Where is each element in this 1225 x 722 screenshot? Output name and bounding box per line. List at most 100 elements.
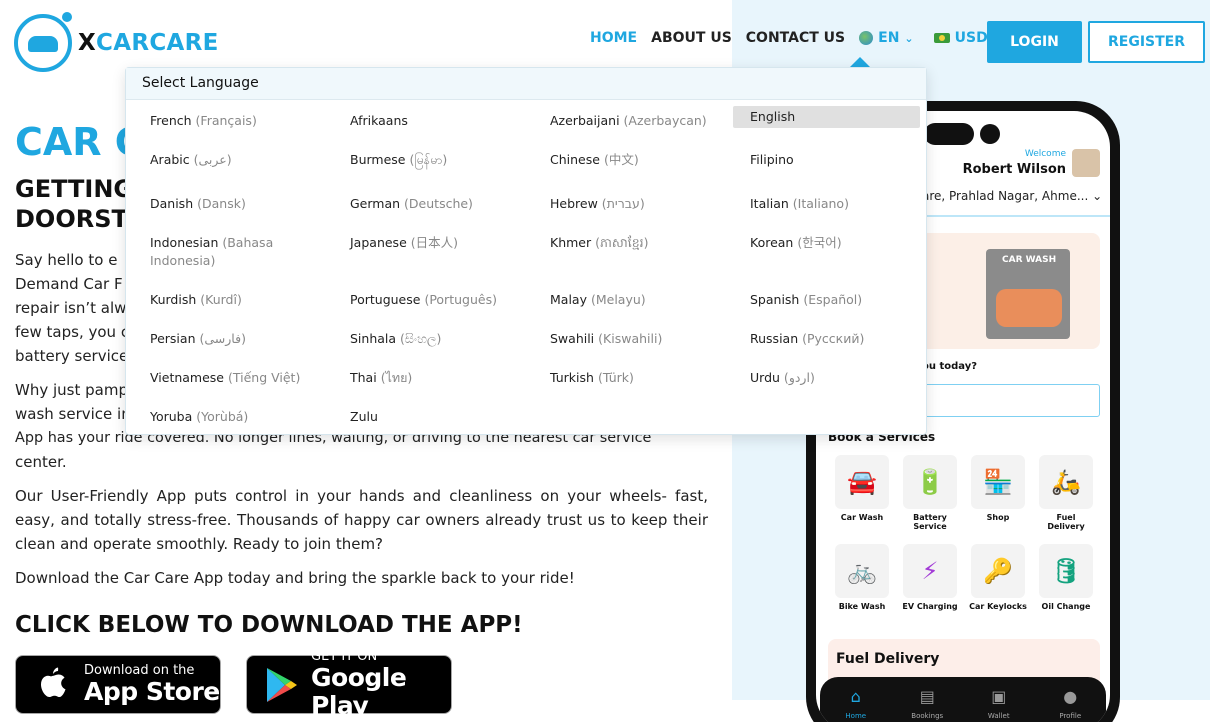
service-label: Bike Wash bbox=[838, 602, 886, 611]
user-friendly-paragraph: Our User-Friendly App puts control in yo… bbox=[15, 487, 708, 553]
language-native-name: (Kurdî) bbox=[200, 292, 242, 307]
bike-wash-icon: 🚲 bbox=[835, 544, 889, 598]
shop-icon: 🏪 bbox=[971, 455, 1025, 509]
avatar[interactable] bbox=[1072, 149, 1100, 177]
language-native-name: (Português) bbox=[424, 292, 497, 307]
language-option[interactable]: Yoruba (Yorùbá) bbox=[150, 408, 340, 426]
language-option[interactable]: Chinese (中文) bbox=[550, 151, 740, 169]
language-option[interactable]: Khmer (ភាសាខ្មែរ) bbox=[550, 234, 740, 252]
nav-about[interactable]: ABOUT US bbox=[651, 30, 732, 46]
language-native-name: (Melayu) bbox=[590, 292, 646, 307]
car-illustration bbox=[996, 289, 1062, 327]
nav-home[interactable]: HOME bbox=[590, 30, 637, 46]
language-option[interactable]: Russian (Русский) bbox=[750, 330, 940, 348]
login-button[interactable]: LOGIN bbox=[987, 21, 1082, 63]
tab-home[interactable]: ⌂ Home bbox=[831, 687, 881, 722]
service-car-keylocks[interactable]: 🔑 Car Keylocks bbox=[969, 544, 1027, 611]
language-option[interactable]: Zulu bbox=[350, 408, 540, 426]
language-native-name: (Français) bbox=[195, 113, 257, 128]
home-icon: ⌂ bbox=[850, 687, 861, 706]
language-option[interactable]: Turkish (Türk) bbox=[550, 369, 740, 387]
language-name: Filipino bbox=[750, 152, 794, 167]
language-option[interactable]: English bbox=[733, 106, 920, 128]
service-label: Shop bbox=[986, 513, 1010, 522]
language-option[interactable]: Indonesian (Bahasa Indonesia) bbox=[150, 234, 340, 270]
address-text: are, Prahlad Nagar, Ahme... bbox=[922, 189, 1089, 203]
tab-profile[interactable]: ● Profile bbox=[1045, 687, 1095, 722]
page: XCARCARE HOME ABOUT US CONTACT US EN ⌄ U… bbox=[0, 0, 1225, 722]
language-option[interactable]: Portuguese (Português) bbox=[350, 291, 540, 309]
language-native-name: (සිංහල) bbox=[400, 331, 442, 346]
language-name: Malay bbox=[550, 292, 587, 307]
language-name: Danish bbox=[150, 196, 194, 211]
service-ev-charging[interactable]: ⚡ EV Charging bbox=[901, 544, 959, 611]
language-option[interactable]: French (Français) bbox=[150, 112, 340, 130]
language-option[interactable]: Thai (ไทย) bbox=[350, 369, 540, 387]
language-native-name: (اردو) bbox=[783, 370, 815, 385]
language-option[interactable]: Korean (한국어) bbox=[750, 234, 940, 252]
language-option[interactable]: Italian (Italiano) bbox=[750, 195, 940, 213]
language-option[interactable]: Persian (فارسی) bbox=[150, 330, 340, 348]
language-name: Persian bbox=[150, 331, 196, 346]
service-search-input[interactable] bbox=[922, 384, 1100, 417]
promo-banner[interactable]: h CAR WASH bbox=[916, 233, 1100, 349]
language-option[interactable]: Azerbaijani (Azerbaycan) bbox=[550, 112, 740, 130]
language-name: Korean bbox=[750, 235, 794, 250]
car-logo-icon bbox=[14, 12, 72, 72]
language-option[interactable]: Malay (Melayu) bbox=[550, 291, 740, 309]
oil-icon: 🛢 bbox=[1039, 544, 1093, 598]
tab-wallet[interactable]: ▣ Wallet bbox=[974, 687, 1024, 722]
language-option[interactable]: Spanish (Español) bbox=[750, 291, 940, 309]
service-car-wash[interactable]: 🚘 Car Wash bbox=[833, 455, 891, 522]
brand-logo[interactable]: XCARCARE bbox=[14, 12, 219, 72]
dynamic-island bbox=[924, 123, 974, 145]
language-option[interactable]: Filipino bbox=[750, 151, 940, 169]
language-option[interactable]: Japanese (日本人) bbox=[350, 234, 540, 252]
language-name: Hebrew bbox=[550, 196, 598, 211]
google-play-small-text: GET IT ON bbox=[311, 649, 378, 664]
bookings-icon: ▤ bbox=[919, 687, 935, 706]
service-battery[interactable]: 🔋 Battery Service bbox=[901, 455, 959, 531]
address-selector[interactable]: are, Prahlad Nagar, Ahme... ⌄ bbox=[922, 189, 1102, 203]
service-shop[interactable]: 🏪 Shop bbox=[969, 455, 1027, 522]
language-option[interactable]: Urdu (اردو) bbox=[750, 369, 940, 387]
language-name: Arabic bbox=[150, 152, 190, 167]
google-play-button[interactable]: GET IT ON Google Play bbox=[246, 649, 452, 720]
language-name: Azerbaijani bbox=[550, 113, 620, 128]
language-native-name: (Tiếng Việt) bbox=[227, 370, 301, 385]
language-option[interactable]: Sinhala (සිංහල) bbox=[350, 330, 540, 348]
hero-title: CAR C bbox=[15, 120, 143, 164]
language-native-name: (中文) bbox=[603, 152, 639, 167]
chevron-down-icon: ⌄ bbox=[1092, 189, 1103, 203]
language-option[interactable]: Vietnamese (Tiếng Việt) bbox=[150, 369, 340, 387]
language-option[interactable]: Arabic (عربى) bbox=[150, 151, 340, 169]
service-fuel-delivery[interactable]: 🛵 Fuel Delivery bbox=[1037, 455, 1095, 531]
app-store-button[interactable]: Download on the App Store bbox=[15, 655, 221, 714]
currency-flag-icon bbox=[933, 33, 950, 43]
service-label: Fuel Delivery bbox=[1047, 513, 1085, 531]
language-name: Sinhala bbox=[350, 331, 397, 346]
register-button[interactable]: REGISTER bbox=[1088, 21, 1205, 63]
language-name: Japanese bbox=[350, 235, 407, 250]
language-option[interactable]: Danish (Dansk) bbox=[150, 195, 340, 213]
tab-label: Wallet bbox=[987, 712, 1010, 720]
language-option[interactable]: Kurdish (Kurdî) bbox=[150, 291, 340, 309]
service-label: Car Keylocks bbox=[969, 602, 1027, 611]
service-oil-change[interactable]: 🛢 Oil Change bbox=[1037, 544, 1095, 611]
service-bike-wash[interactable]: 🚲 Bike Wash bbox=[833, 544, 891, 611]
language-option[interactable]: Swahili (Kiswahili) bbox=[550, 330, 740, 348]
language-selector[interactable]: EN ⌄ bbox=[859, 30, 914, 46]
language-name: German bbox=[350, 196, 401, 211]
language-option[interactable]: German (Deutsche) bbox=[350, 195, 540, 213]
service-label: Car Wash bbox=[840, 513, 884, 522]
language-native-name: (Kiswahili) bbox=[598, 331, 663, 346]
language-native-name: (Azerbaycan) bbox=[623, 113, 707, 128]
language-native-name: (Italiano) bbox=[792, 196, 849, 211]
keys-icon: 🔑 bbox=[971, 544, 1025, 598]
language-name: Thai bbox=[350, 370, 377, 385]
language-option[interactable]: Afrikaans bbox=[350, 112, 540, 130]
language-option[interactable]: Hebrew (עברית) bbox=[550, 195, 740, 213]
nav-contact[interactable]: CONTACT US bbox=[746, 30, 845, 46]
language-option[interactable]: Burmese (မြန်မာ) bbox=[350, 151, 540, 169]
tab-bookings[interactable]: ▤ Bookings bbox=[902, 687, 952, 722]
